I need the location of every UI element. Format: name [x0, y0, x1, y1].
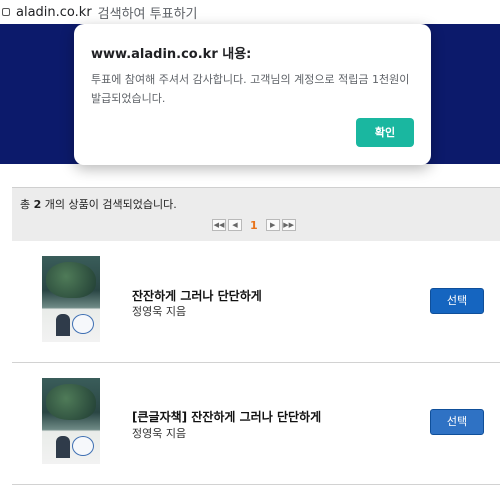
results-header: 총 2 개의 상품이 검색되었습니다. ◀◀ ◀ 1 ▶ ▶▶ [12, 187, 500, 241]
product-author: 정영욱 지음 [132, 305, 187, 318]
first-page-button[interactable]: ◀◀ [212, 219, 226, 231]
product-title[interactable]: 잔잔하게 그러나 단단하게 [132, 287, 262, 304]
select-button[interactable]: 선택 [430, 288, 484, 314]
dialog-ok-button[interactable]: 확인 [356, 118, 414, 147]
next-page-button[interactable]: ▶ [265, 219, 280, 231]
dialog-message: 투표에 참여해 주셔서 감사합니다. 고객님의 계정으로 적립금 1천원이 발급… [91, 73, 410, 105]
last-page-button[interactable]: ▶▶ [281, 219, 296, 231]
address-page-title: 검색하여 투표하기 [97, 6, 198, 22]
book-cover-image[interactable] [42, 256, 100, 342]
current-page-number[interactable]: 1 [250, 219, 258, 232]
lock-icon [2, 8, 10, 16]
dialog-title: www.aladin.co.kr 내용: [91, 47, 252, 62]
product-item: 잔잔하게 그러나 단단하게 정영욱 지음 선택 [12, 241, 500, 361]
select-button[interactable]: 선택 [430, 409, 484, 435]
address-domain: aladin.co.kr [16, 4, 92, 20]
divider [12, 484, 500, 485]
product-item: [큰글자책] 잔잔하게 그러나 단단하게 정영욱 지음 선택 [12, 362, 500, 482]
results-count: 총 2 개의 상품이 검색되었습니다. [20, 198, 177, 211]
book-cover-image[interactable] [42, 378, 100, 464]
pagination: ◀◀ ◀ 1 ▶ ▶▶ [212, 218, 298, 232]
address-bar[interactable]: aladin.co.kr 검색하여 투표하기 [0, 0, 500, 24]
product-title[interactable]: [큰글자책] 잔잔하게 그러나 단단하게 [132, 408, 321, 425]
prev-page-button[interactable]: ◀ [228, 219, 242, 231]
alert-dialog: www.aladin.co.kr 내용: 투표에 참여해 주셔서 감사합니다. … [74, 24, 431, 165]
product-author: 정영욱 지음 [132, 427, 187, 440]
